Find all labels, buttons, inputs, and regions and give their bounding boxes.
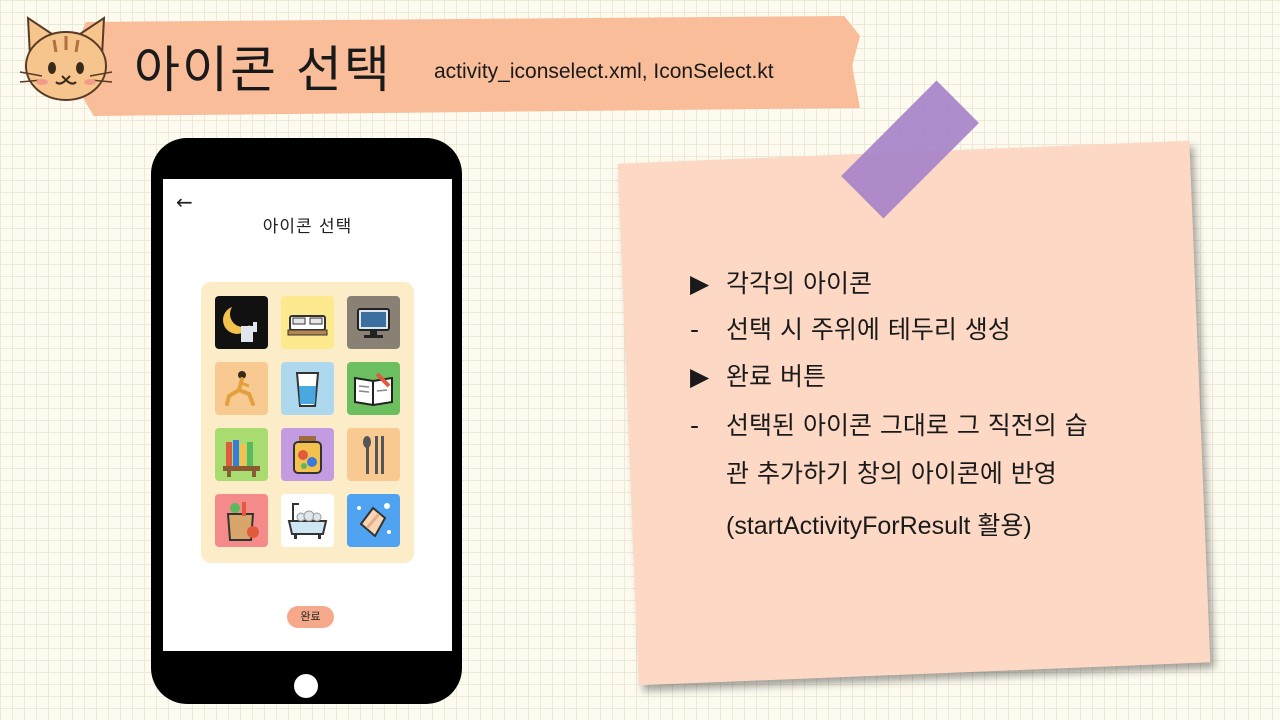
chopsticks-spoon-icon[interactable] bbox=[347, 428, 400, 481]
note-sub-2-line-1: 선택된 아이콘 그대로 그 직전의 습 bbox=[726, 411, 1088, 440]
dash-marker: - bbox=[690, 411, 700, 440]
bed-icon[interactable] bbox=[281, 296, 334, 349]
back-arrow-icon[interactable]: ← bbox=[176, 190, 193, 214]
water-glass-icon[interactable] bbox=[281, 362, 334, 415]
cat-face-icon bbox=[19, 16, 113, 101]
note-bullet-1: ▶ 각각의 아이콘 bbox=[690, 264, 872, 300]
vitamin-jar-icon[interactable] bbox=[281, 428, 334, 481]
grocery-bag-icon[interactable] bbox=[215, 494, 268, 547]
bathtub-icon[interactable] bbox=[281, 494, 334, 547]
note-sub-2-line-2: 관 추가하기 창의 아이콘에 반영 bbox=[726, 459, 1057, 488]
dash-marker: - bbox=[690, 315, 700, 344]
note-bullet-2-text: 완료 버튼 bbox=[726, 362, 826, 391]
moon-night-icon[interactable] bbox=[215, 296, 268, 349]
note-bullet-1-text: 각각의 아이콘 bbox=[726, 269, 872, 298]
note-sub-1-text: 선택 시 주위에 테두리 생성 bbox=[726, 315, 1011, 344]
bookshelf-icon[interactable] bbox=[215, 428, 268, 481]
note-sub-2-line-3: (startActivityForResult 활용) bbox=[726, 512, 1032, 540]
exercise-lunge-icon[interactable] bbox=[215, 362, 268, 415]
book-reading-icon[interactable] bbox=[347, 362, 400, 415]
bullet-marker: ▶ bbox=[690, 269, 710, 298]
home-button[interactable] bbox=[294, 674, 318, 698]
bullet-marker: ▶ bbox=[690, 362, 710, 391]
note-sub-2: - 선택된 아이콘 그대로 그 직전의 습 bbox=[690, 406, 1088, 442]
file-names: activity_iconselect.xml, IconSelect.kt bbox=[434, 60, 774, 83]
screen-title: 아이콘 선택 bbox=[262, 217, 353, 237]
done-button[interactable]: 완료 bbox=[287, 606, 334, 628]
note-bullet-2: ▶ 완료 버튼 bbox=[690, 357, 826, 393]
note-sub-1: - 선택 시 주위에 테두리 생성 bbox=[690, 310, 1011, 346]
hand-washing-icon[interactable] bbox=[347, 494, 400, 547]
monitor-icon[interactable] bbox=[347, 296, 400, 349]
page-title: 아이콘 선택 bbox=[134, 41, 392, 99]
